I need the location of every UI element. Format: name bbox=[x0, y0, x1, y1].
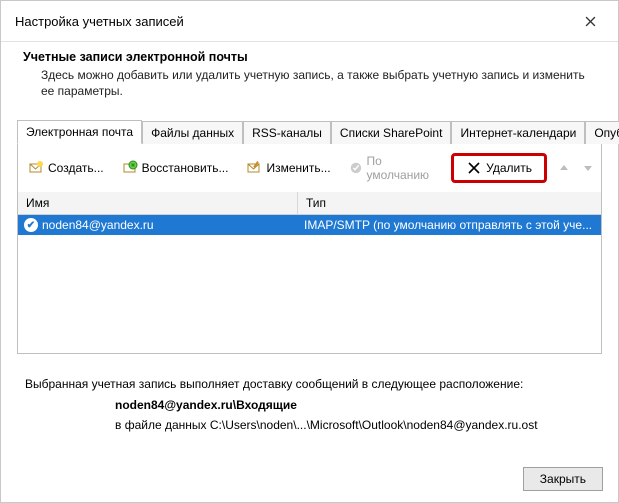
account-name-cell: ✔ noden84@yandex.ru bbox=[18, 215, 298, 235]
edit-label: Изменить... bbox=[266, 161, 330, 175]
default-check-icon: ✔ bbox=[24, 218, 38, 232]
tabs-bar: Электронная почта Файлы данных RSS-канал… bbox=[17, 119, 602, 144]
intro-heading: Учетные записи электронной почты bbox=[23, 50, 596, 64]
delete-icon bbox=[466, 160, 482, 176]
close-dialog-button[interactable]: Закрыть bbox=[523, 467, 603, 491]
default-label: По умолчанию bbox=[367, 154, 438, 182]
intro-subtext: Здесь можно добавить или удалить учетную… bbox=[23, 68, 596, 99]
account-type: IMAP/SMTP (по умолчанию отправлять с это… bbox=[298, 215, 601, 235]
close-button[interactable] bbox=[572, 9, 608, 33]
default-icon bbox=[349, 160, 363, 176]
delivery-info: Выбранная учетная запись выполняет доста… bbox=[17, 354, 602, 435]
col-type[interactable]: Тип bbox=[298, 192, 601, 214]
toolbar: Создать... Восстановить... Изменить... П… bbox=[17, 144, 602, 192]
content-area: Электронная почта Файлы данных RSS-канал… bbox=[1, 119, 618, 435]
repair-button[interactable]: Восстановить... bbox=[118, 158, 233, 178]
create-icon bbox=[28, 160, 44, 176]
intro-block: Учетные записи электронной почты Здесь м… bbox=[1, 42, 618, 113]
tab-sharepoint[interactable]: Списки SharePoint bbox=[331, 121, 452, 144]
tab-rss[interactable]: RSS-каналы bbox=[243, 121, 331, 144]
repair-label: Восстановить... bbox=[142, 161, 229, 175]
move-up-button bbox=[557, 160, 571, 176]
titlebar: Настройка учетных записей bbox=[1, 1, 618, 42]
table-row[interactable]: ✔ noden84@yandex.ru IMAP/SMTP (по умолча… bbox=[18, 215, 601, 235]
delivery-line2: noden84@yandex.ru\Входящие bbox=[25, 395, 594, 415]
delete-highlight: Удалить bbox=[451, 153, 547, 183]
repair-icon bbox=[122, 160, 138, 176]
edit-button[interactable]: Изменить... bbox=[242, 158, 334, 178]
tab-published[interactable]: Опублико bbox=[585, 121, 619, 144]
delivery-line1: Выбранная учетная запись выполняет доста… bbox=[25, 374, 594, 394]
create-label: Создать... bbox=[48, 161, 104, 175]
close-icon bbox=[585, 16, 596, 27]
delivery-line3: в файле данных C:\Users\noden\...\Micros… bbox=[25, 415, 594, 435]
tab-email[interactable]: Электронная почта bbox=[17, 120, 142, 144]
table-header: Имя Тип bbox=[18, 192, 601, 215]
delete-label: Удалить bbox=[486, 161, 532, 175]
col-name[interactable]: Имя bbox=[18, 192, 298, 214]
move-down-button bbox=[581, 160, 595, 176]
arrow-down-icon bbox=[583, 163, 593, 173]
create-button[interactable]: Создать... bbox=[24, 158, 108, 178]
window-title: Настройка учетных записей bbox=[15, 14, 184, 29]
account-name: noden84@yandex.ru bbox=[42, 218, 154, 232]
tab-data-files[interactable]: Файлы данных bbox=[142, 121, 243, 144]
footer: Закрыть bbox=[523, 467, 603, 491]
tab-internet-calendars[interactable]: Интернет-календари bbox=[451, 121, 585, 144]
default-button: По умолчанию bbox=[345, 152, 442, 184]
delete-button[interactable]: Удалить bbox=[462, 158, 536, 178]
edit-icon bbox=[246, 160, 262, 176]
account-table: Имя Тип ✔ noden84@yandex.ru IMAP/SMTP (п… bbox=[17, 192, 602, 354]
arrow-up-icon bbox=[559, 163, 569, 173]
